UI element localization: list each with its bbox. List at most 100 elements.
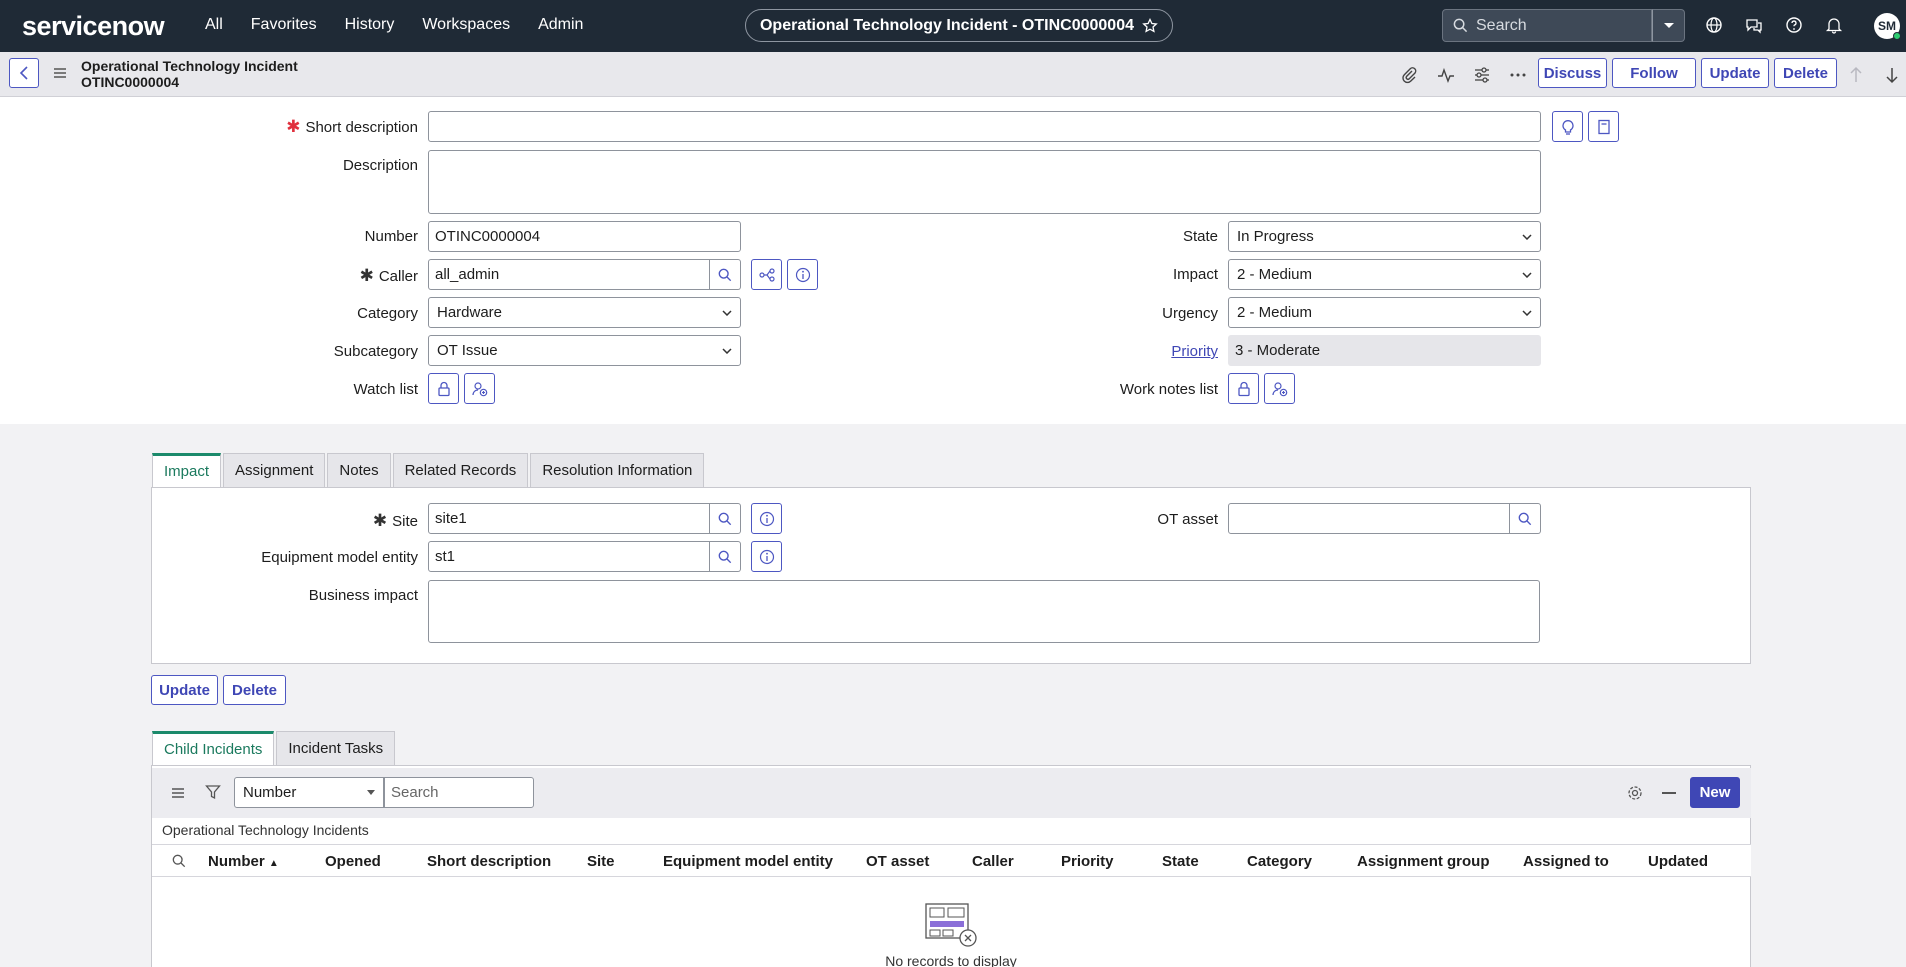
site-input[interactable]: site1 — [428, 503, 710, 534]
column-opened[interactable]: Opened — [325, 853, 381, 870]
ot-asset-input[interactable] — [1228, 503, 1510, 534]
activity-icon[interactable] — [1437, 66, 1455, 84]
nav-favorites[interactable]: Favorites — [251, 16, 317, 34]
back-button[interactable] — [9, 58, 39, 88]
site-lookup-button[interactable] — [710, 503, 741, 534]
column-category[interactable]: Category — [1247, 853, 1312, 870]
suggestion-button[interactable] — [1552, 111, 1583, 142]
record-title-pill[interactable]: Operational Technology Incident - OTINC0… — [745, 9, 1173, 42]
column-site[interactable]: Site — [587, 853, 615, 870]
business-impact-textarea[interactable] — [428, 580, 1540, 643]
column-state[interactable]: State — [1162, 853, 1199, 870]
form-title-number: OTINC0000004 — [81, 74, 180, 90]
category-select[interactable]: Hardware — [428, 297, 741, 328]
column-priority[interactable]: Priority — [1061, 853, 1114, 870]
knowledge-button[interactable] — [1588, 111, 1619, 142]
nav-history[interactable]: History — [345, 16, 395, 34]
servicenow-logo[interactable]: servicenow — [22, 11, 165, 42]
more-options-icon[interactable] — [1509, 66, 1527, 84]
caller-lookup-button[interactable] — [710, 259, 741, 290]
globe-icon[interactable] — [1705, 16, 1723, 34]
description-textarea[interactable] — [428, 150, 1541, 214]
watch-list-lock-button[interactable] — [428, 373, 459, 404]
follow-button[interactable]: Follow — [1612, 58, 1696, 88]
tab-child-incidents[interactable]: Child Incidents — [152, 731, 275, 765]
column-equipment-model-entity[interactable]: Equipment model entity — [663, 853, 833, 870]
column-caller[interactable]: Caller — [972, 853, 1014, 870]
work-notes-add-me-button[interactable] — [1264, 373, 1295, 404]
update-button[interactable]: Update — [1701, 58, 1769, 88]
nav-admin[interactable]: Admin — [538, 16, 583, 34]
info-icon — [759, 549, 775, 565]
bottom-delete-button[interactable]: Delete — [223, 675, 286, 705]
nav-workspaces[interactable]: Workspaces — [422, 16, 510, 34]
column-assignment-group[interactable]: Assignment group — [1357, 853, 1490, 870]
equipment-model-entity-input[interactable]: st1 — [428, 541, 710, 572]
chat-icon[interactable] — [1745, 16, 1763, 34]
presence-indicator — [1893, 32, 1901, 40]
watch-list-label: Watch list — [353, 381, 418, 398]
list-menu-icon[interactable] — [171, 787, 185, 799]
tab-notes[interactable]: Notes — [327, 453, 391, 487]
context-menu-icon[interactable] — [53, 67, 67, 79]
list-settings-gear-icon[interactable] — [1627, 785, 1643, 801]
watch-list-add-me-button[interactable] — [464, 373, 495, 404]
column-updated[interactable]: Updated — [1648, 853, 1708, 870]
user-avatar[interactable]: SM — [1874, 13, 1901, 40]
paperclip-icon[interactable] — [1401, 66, 1417, 84]
urgency-select[interactable]: 2 - Medium — [1228, 297, 1541, 328]
tab-resolution-information[interactable]: Resolution Information — [530, 453, 705, 487]
short-description-input[interactable] — [428, 111, 1541, 142]
tab-related-records[interactable]: Related Records — [392, 453, 529, 487]
empty-list-illustration-icon — [925, 903, 979, 949]
personalize-sliders-icon[interactable] — [1473, 66, 1491, 84]
new-record-button[interactable]: New — [1690, 777, 1740, 808]
search-icon — [1453, 18, 1468, 33]
list-search-field-select[interactable]: Number — [234, 777, 384, 808]
caller-dependency-button[interactable] — [751, 259, 782, 290]
number-input[interactable]: OTINC0000004 — [428, 221, 741, 252]
tab-assignment[interactable]: Assignment — [223, 453, 326, 487]
collapse-list-icon[interactable] — [1662, 792, 1676, 794]
delete-button[interactable]: Delete — [1774, 58, 1837, 88]
filter-icon[interactable] — [205, 784, 221, 800]
priority-link[interactable]: Priority — [1000, 343, 1218, 360]
work-notes-lock-button[interactable] — [1228, 373, 1259, 404]
short-description-label: ✱ Short description — [286, 117, 418, 136]
notification-bell-icon[interactable] — [1825, 16, 1843, 34]
form-header: Operational Technology Incident OTINC000… — [0, 52, 1906, 97]
tab-incident-tasks[interactable]: Incident Tasks — [276, 731, 396, 765]
star-icon[interactable] — [1142, 17, 1158, 34]
column-short-description[interactable]: Short description — [427, 853, 551, 870]
tab-impact[interactable]: Impact — [152, 453, 222, 487]
search-scope-dropdown[interactable] — [1652, 9, 1685, 42]
list-toolbar: Number Search New — [152, 768, 1751, 818]
info-icon — [759, 511, 775, 527]
column-assigned-to[interactable]: Assigned to — [1523, 853, 1609, 870]
equipment-model-info-button[interactable] — [751, 541, 782, 572]
chevron-down-icon — [722, 347, 732, 354]
nav-all[interactable]: All — [205, 16, 223, 34]
bottom-update-button[interactable]: Update — [151, 675, 218, 705]
previous-record-arrow-icon[interactable] — [1849, 66, 1863, 84]
next-record-arrow-icon[interactable] — [1885, 66, 1899, 84]
caller-info-button[interactable] — [787, 259, 818, 290]
state-select[interactable]: In Progress — [1228, 221, 1541, 252]
list-search-input[interactable]: Search — [384, 777, 534, 808]
column-number[interactable]: Number ▲ — [208, 853, 279, 870]
lock-icon — [1237, 381, 1251, 397]
equipment-model-lookup-button[interactable] — [710, 541, 741, 572]
state-value: In Progress — [1237, 228, 1314, 245]
global-search-input[interactable]: Search — [1442, 9, 1652, 42]
caller-input[interactable]: all_admin — [428, 259, 710, 290]
site-info-button[interactable] — [751, 503, 782, 534]
column-ot-asset[interactable]: OT asset — [866, 853, 929, 870]
business-impact-label: Business impact — [308, 587, 418, 604]
priority-readonly-field: 3 - Moderate — [1228, 335, 1541, 366]
ot-asset-lookup-button[interactable] — [1510, 503, 1541, 534]
column-search-icon[interactable] — [172, 854, 186, 868]
subcategory-select[interactable]: OT Issue — [428, 335, 741, 366]
discuss-button[interactable]: Discuss — [1538, 58, 1607, 88]
impact-select[interactable]: 2 - Medium — [1228, 259, 1541, 290]
help-icon[interactable] — [1785, 16, 1803, 34]
